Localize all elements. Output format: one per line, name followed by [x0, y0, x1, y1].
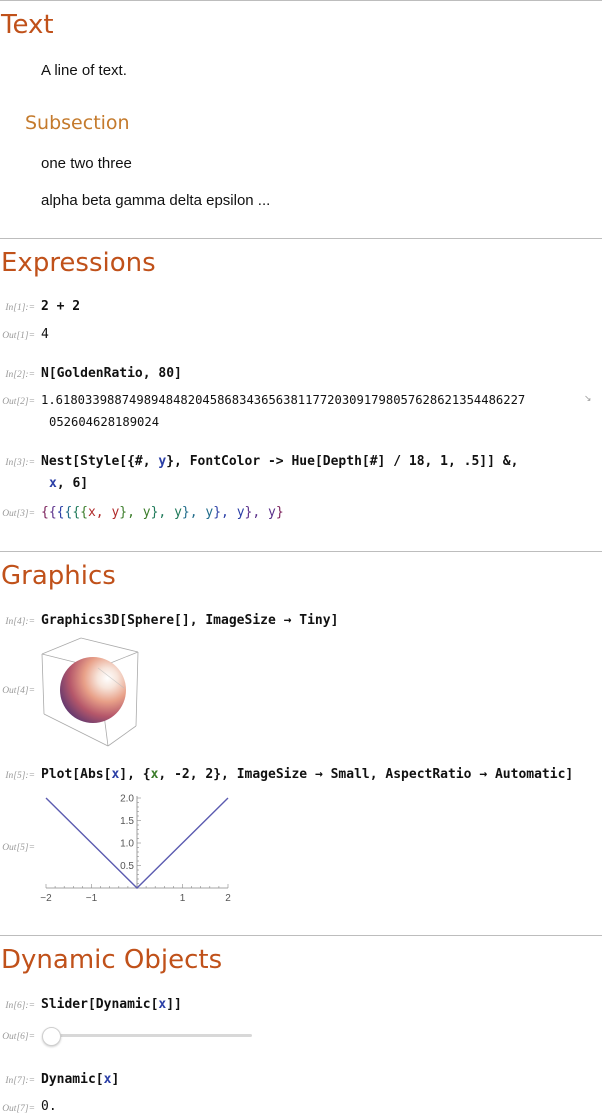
sphere: [60, 657, 126, 723]
nest-output-part: , y: [221, 505, 245, 520]
output-cell: 4: [41, 327, 49, 342]
nest-output-part: , y: [189, 505, 214, 520]
input-label: In[3]:=: [5, 458, 35, 468]
code-part: , -2, 2}, ImageSize → Small, AspectRatio…: [158, 767, 574, 782]
code-part: Plot[Abs[: [41, 767, 112, 782]
input-cell-continuation[interactable]: x, 6]: [49, 476, 88, 491]
line-continuation-icon: ↘: [584, 394, 592, 404]
code-symbol: x: [49, 476, 57, 491]
input-label: In[4]:=: [5, 617, 35, 627]
code-part: Slider[Dynamic[: [41, 997, 159, 1012]
text-cell[interactable]: one two three: [41, 155, 132, 172]
output-label: Out[5]=: [2, 843, 35, 853]
section-title-dynamic: Dynamic Objects: [1, 945, 223, 975]
input-label: In[2]:=: [5, 370, 35, 380]
section-title-graphics: Graphics: [1, 561, 116, 591]
box-edge: [80, 637, 139, 653]
box-edge: [107, 725, 137, 747]
nest-output-part: , y: [158, 505, 182, 520]
box-edge: [41, 637, 82, 655]
section-divider: [0, 0, 602, 1]
nest-output-part: , y: [127, 505, 151, 520]
input-label: In[1]:=: [5, 303, 35, 313]
nest-output-part: {: [80, 505, 88, 520]
nest-output-part: x, y: [87, 505, 120, 520]
input-cell[interactable]: Slider[Dynamic[x]]: [41, 997, 182, 1012]
y-tick-label: 1.0: [120, 839, 134, 850]
nest-output-part: }: [181, 505, 190, 520]
output-label: Out[3]=: [2, 509, 35, 519]
nest-output-part: , y: [252, 505, 276, 520]
output-cell-continuation: 052604628189024: [49, 415, 160, 429]
section-divider: [0, 551, 602, 552]
sphere-3d-graphic[interactable]: [38, 636, 142, 748]
text-cell[interactable]: alpha beta gamma delta epsilon ...: [41, 192, 270, 209]
code-part: Nest[Style[{#,: [41, 454, 159, 469]
output-cell: 1.61803398874989484820458683436563811772…: [41, 393, 526, 407]
input-label: In[5]:=: [5, 771, 35, 781]
code-part: ]: [111, 1072, 120, 1087]
input-cell[interactable]: Graphics3D[Sphere[], ImageSize → Tiny]: [41, 613, 338, 628]
input-cell[interactable]: Dynamic[x]: [41, 1072, 119, 1087]
subsection-title: Subsection: [25, 112, 130, 134]
code-part: , 6]: [56, 476, 89, 491]
nest-output-part: }: [213, 505, 222, 520]
x-tick-label: 2: [225, 893, 231, 904]
code-part: }, FontColor -> Hue[Depth[#] / 18, 1, .5…: [166, 454, 519, 469]
code-part: ]]: [166, 997, 182, 1012]
input-label: In[7]:=: [5, 1076, 35, 1086]
output-label: Out[2]=: [2, 397, 35, 407]
text-cell[interactable]: A line of text.: [41, 62, 127, 79]
y-tick-label: 1.5: [120, 816, 134, 827]
y-tick-label: 0.5: [120, 861, 134, 872]
x-tick-label: −2: [40, 893, 52, 904]
section-divider: [0, 935, 602, 936]
nest-output-part: }: [119, 505, 128, 520]
output-cell: 0.: [41, 1099, 57, 1114]
input-cell[interactable]: Plot[Abs[x], {x, -2, 2}, ImageSize → Sma…: [41, 767, 573, 782]
slider-track[interactable]: [52, 1034, 252, 1037]
output-cell: {{{{{{x, y}, y}, y}, y}, y}, y}: [41, 505, 284, 520]
nest-output-part: }: [275, 505, 284, 520]
abs-plot[interactable]: −2 −1 1 2 0.5 1.0 1.5 2.0: [36, 790, 242, 910]
nest-output-part: {: [72, 505, 81, 520]
y-tick-label: 2.0: [120, 794, 134, 805]
section-title-expressions: Expressions: [1, 248, 156, 278]
input-cell[interactable]: Nest[Style[{#, y}, FontColor -> Hue[Dept…: [41, 454, 518, 469]
input-cell[interactable]: 2 + 2: [41, 299, 80, 314]
input-cell[interactable]: N[GoldenRatio, 80]: [41, 366, 182, 381]
x-tick-label: −1: [86, 893, 98, 904]
section-title-text: Text: [1, 10, 54, 40]
x-tick-label: 1: [180, 893, 186, 904]
output-label: Out[1]=: [2, 331, 35, 341]
code-part: Dynamic[: [41, 1072, 104, 1087]
slider-thumb[interactable]: [42, 1027, 61, 1046]
nest-output-part: {: [48, 505, 57, 520]
box-edge: [135, 651, 139, 727]
nest-output-part: {: [41, 505, 49, 520]
code-part: ], {: [119, 767, 151, 782]
input-label: In[6]:=: [5, 1001, 35, 1011]
output-label: Out[7]=: [2, 1104, 35, 1114]
box-edge: [41, 653, 45, 715]
output-label: Out[6]=: [2, 1032, 35, 1042]
output-label: Out[4]=: [2, 686, 35, 696]
section-divider: [0, 238, 602, 239]
